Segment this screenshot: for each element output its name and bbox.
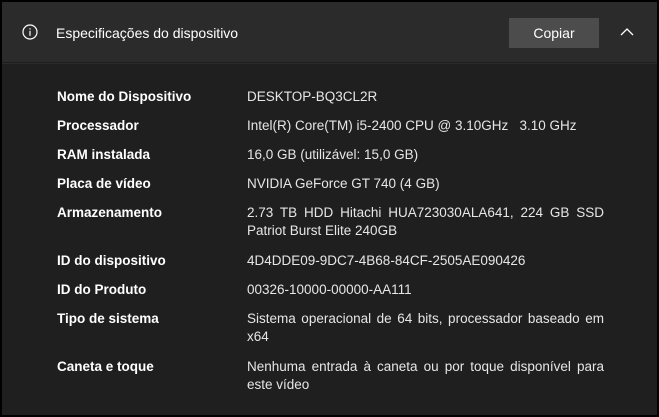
chevron-up-icon[interactable] [619,25,635,39]
spec-value-product-id: 00326-10000-00000-AA111 [247,282,412,297]
spec-value-device-id: 4D4DDE09-9DC7-4B68-84CF-2505AE090426 [247,253,526,268]
spec-label-ram: RAM instalada [57,147,151,162]
spec-label-system-type: Tipo de sistema [57,311,159,326]
spec-value-pen-touch: Nenhuma entrada à caneta ou por toque di… [247,359,604,392]
spec-value-storage: 2.73 TB HDD Hitachi HUA723030ALA641, 224… [247,205,604,238]
spec-label-device-id: ID do dispositivo [57,253,166,268]
device-specifications-panel: Especificações do dispositivo Copiar Nom… [2,2,657,415]
panel-header[interactable]: Especificações do dispositivo Copiar [2,2,657,63]
info-icon [22,24,38,40]
spec-label-product-id: ID do Produto [57,282,147,297]
spec-value-processor: Intel(R) Core(TM) i5-2400 CPU @ 3.10GHz … [247,118,577,133]
spec-value-ram: 16,0 GB (utilizável: 15,0 GB) [247,147,419,162]
spec-label-processor: Processador [57,118,139,133]
copy-button[interactable]: Copiar [509,18,599,48]
spec-label-video-card: Placa de vídeo [57,176,151,191]
spec-value-system-type: Sistema operacional de 64 bits, processa… [247,311,604,344]
spec-value-video-card: NVIDIA GeForce GT 740 (4 GB) [247,176,440,191]
specifications-list: Nome do Dispositivo DESKTOP-BQ3CL2R Proc… [2,64,657,415]
spec-label-storage: Armazenamento [57,205,163,220]
spec-label-device-name: Nome do Dispositivo [57,89,192,104]
spec-label-pen-touch: Caneta e toque [57,359,154,374]
spec-value-device-name: DESKTOP-BQ3CL2R [247,89,378,104]
panel-title: Especificações do dispositivo [56,25,239,41]
